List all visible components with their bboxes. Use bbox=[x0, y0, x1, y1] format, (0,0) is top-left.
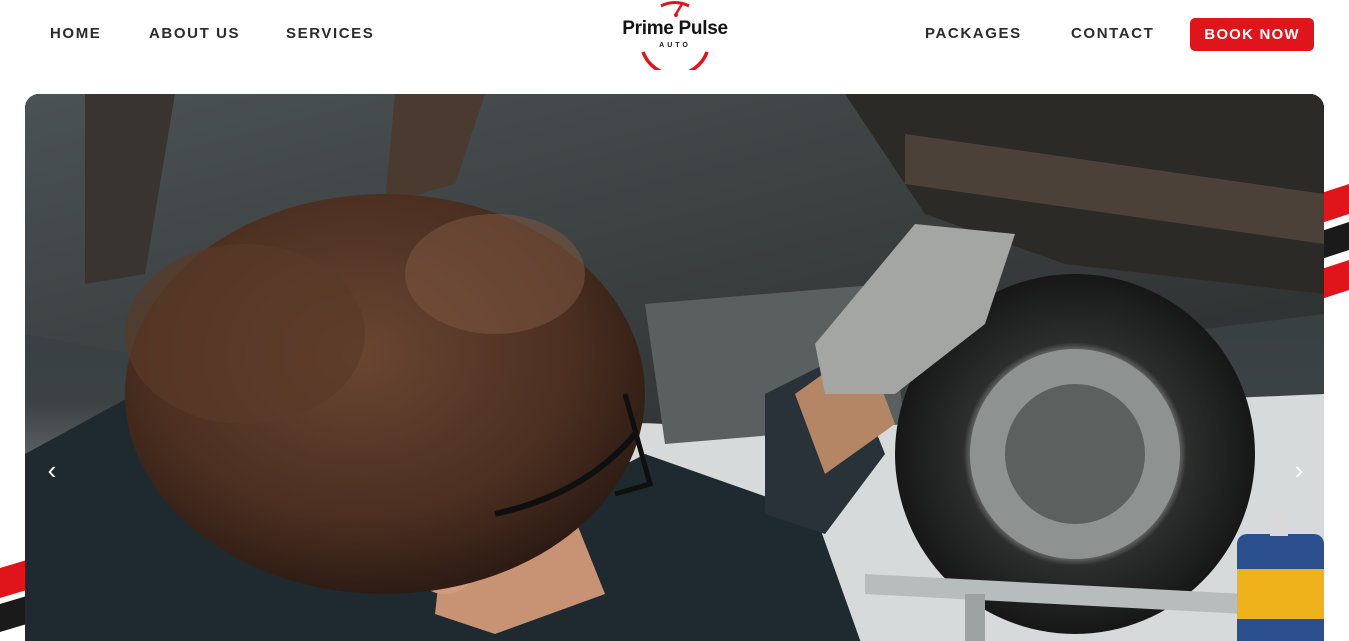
nav-about-us[interactable]: ABOUT US bbox=[149, 25, 240, 43]
slider-next-icon[interactable]: › bbox=[1284, 450, 1314, 490]
hero-image bbox=[25, 94, 1324, 641]
hero-slider: ‹ › bbox=[25, 94, 1324, 641]
nav-packages[interactable]: PACKAGES bbox=[925, 25, 1022, 43]
book-now-button[interactable]: BOOK NOW bbox=[1190, 18, 1314, 51]
nav-home[interactable]: HOME bbox=[50, 25, 101, 43]
page: HOME ABOUT US SERVICES Prime Pulse AUTO … bbox=[0, 0, 1349, 641]
site-header: HOME ABOUT US SERVICES Prime Pulse AUTO … bbox=[0, 0, 1349, 70]
logo-subtitle: AUTO bbox=[659, 42, 691, 49]
logo-title: Prime Pulse bbox=[622, 18, 728, 39]
nav-services[interactable]: SERVICES bbox=[286, 25, 374, 43]
nav-contact[interactable]: CONTACT bbox=[1071, 25, 1154, 43]
site-logo[interactable]: Prime Pulse AUTO bbox=[612, 0, 738, 70]
slider-prev-icon[interactable]: ‹ bbox=[37, 450, 67, 490]
